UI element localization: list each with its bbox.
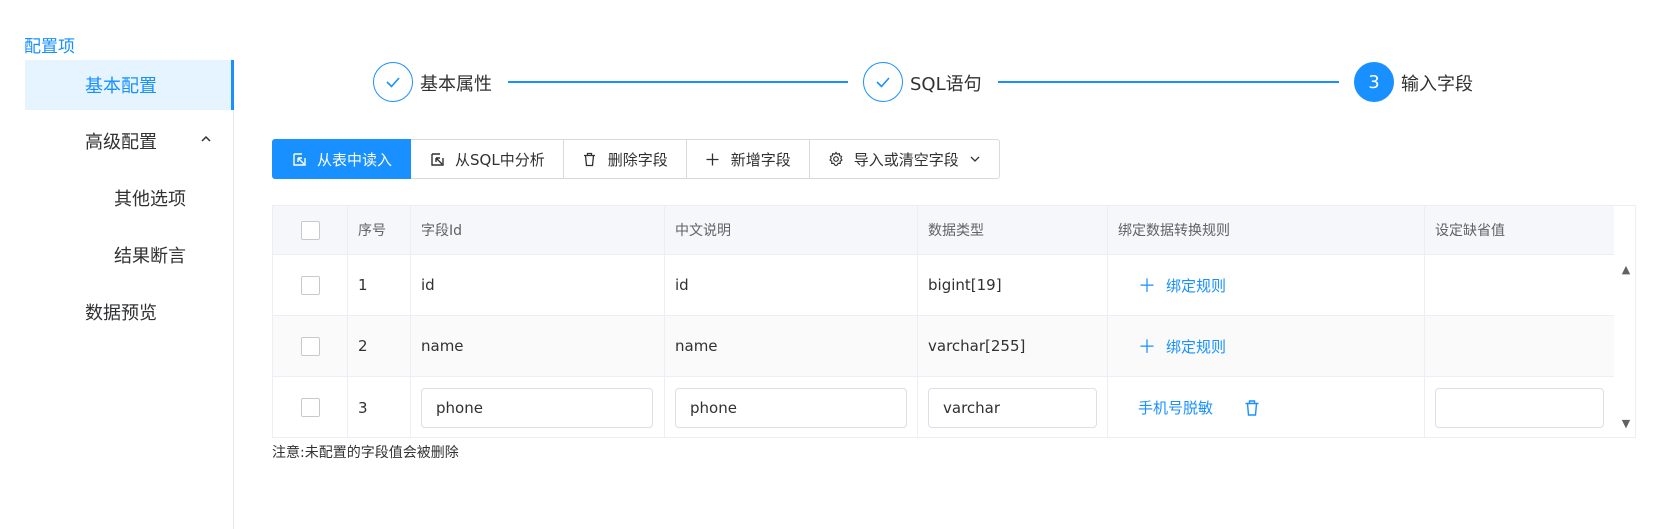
import-icon [291,151,307,167]
sidebar-item-label: 基本配置 [85,76,157,97]
sidebar-item-advanced-config[interactable]: 高级配置 [25,116,234,166]
scroll-down-arrow[interactable]: ▼ [1619,416,1633,430]
toolbar: 从表中读入 从SQL中分析 删除字段 新增字段 导入或清空字段 [272,139,1000,179]
gear-icon [828,151,844,167]
table-row: 2 name name varchar[255] ＋ 绑定规则 [273,316,1614,377]
cell-data-type: varchar[255] [918,316,1108,376]
sidebar-item-label: 高级配置 [85,132,157,153]
sidebar-item-result-assertion[interactable]: 结果断言 [25,230,234,280]
step-number-current: 3 [1354,62,1394,102]
sidebar-item-label: 数据预览 [85,303,157,324]
trash-icon [582,151,598,167]
sidebar-item-label: 结果断言 [114,246,186,267]
header-bind-rule: 绑定数据转换规则 [1108,206,1425,254]
note-text: 注意:未配置的字段值会被删除 [272,445,459,461]
import-or-clear-dropdown[interactable]: 导入或清空字段 [809,139,1000,179]
cell-default-value [1425,255,1614,315]
bound-rule-link[interactable]: 手机号脱敏 [1138,397,1213,418]
read-from-table-button[interactable]: 从表中读入 [272,139,412,179]
step-label-sql: SQL语句 [910,74,982,95]
check-icon [373,62,413,102]
row-checkbox[interactable] [300,275,320,295]
cell-data-type: bigint[19] [918,255,1108,315]
check-icon [863,62,903,102]
trash-icon[interactable] [1243,399,1261,417]
bind-rule-link[interactable]: ＋ 绑定规则 [1138,272,1226,298]
cell-index: 2 [348,316,411,376]
header-description: 中文说明 [665,206,918,254]
cell-description: id [665,255,918,315]
analyze-sql-button[interactable]: 从SQL中分析 [411,139,564,179]
cell-default-value [1425,316,1614,376]
data-type-input[interactable] [928,387,1097,428]
sidebar-item-label: 其他选项 [114,189,186,210]
table-row: 1 id id bigint[19] ＋ 绑定规则 [273,255,1614,316]
sidebar-item-basic-config[interactable]: 基本配置 [25,60,234,110]
steps: 基本属性 SQL语句 3 输入字段 [373,62,1573,104]
fields-table: 序号 字段Id 中文说明 数据类型 绑定数据转换规则 设定缺省值 1 id id… [272,205,1636,438]
scroll-up-arrow[interactable]: ▲ [1619,262,1633,276]
default-value-input[interactable] [1435,387,1604,428]
sidebar-title: 配置项 [24,37,75,57]
header-index: 序号 [348,206,411,254]
cell-description: name [665,316,918,376]
step-connector [998,81,1339,83]
plus-icon: ＋ [1138,337,1156,358]
table-header-row: 序号 字段Id 中文说明 数据类型 绑定数据转换规则 设定缺省值 [273,206,1614,255]
header-field-id: 字段Id [411,206,665,254]
cell-index: 1 [348,255,411,315]
select-all-checkbox[interactable] [300,220,320,240]
header-default-value: 设定缺省值 [1435,223,1505,239]
add-field-button[interactable]: 新增字段 [686,139,810,179]
cell-index: 3 [348,377,411,438]
plus-icon: ＋ [1138,276,1156,297]
cell-field-id: id [411,255,665,315]
delete-field-button[interactable]: 删除字段 [563,139,687,179]
field-id-input[interactable] [421,387,653,428]
chevron-down-icon [969,153,981,165]
row-checkbox[interactable] [300,336,320,356]
chevron-up-icon [200,133,212,149]
header-data-type: 数据类型 [918,206,1108,254]
plus-icon [705,151,721,167]
import-icon [429,151,445,167]
step-connector [508,81,848,83]
sidebar: 基本配置 高级配置 其他选项 结果断言 数据预览 [0,60,234,529]
step-label-basic-attrs: 基本属性 [420,74,492,95]
step-label-input-fields: 输入字段 [1401,74,1473,95]
row-checkbox[interactable] [300,398,320,417]
description-input[interactable] [675,387,907,428]
table-row: 3 手机号脱敏 [273,377,1614,438]
bind-rule-link[interactable]: ＋ 绑定规则 [1138,333,1226,359]
cell-field-id: name [411,316,665,376]
sidebar-item-data-preview[interactable]: 数据预览 [25,287,234,337]
sidebar-item-other-options[interactable]: 其他选项 [25,173,234,223]
